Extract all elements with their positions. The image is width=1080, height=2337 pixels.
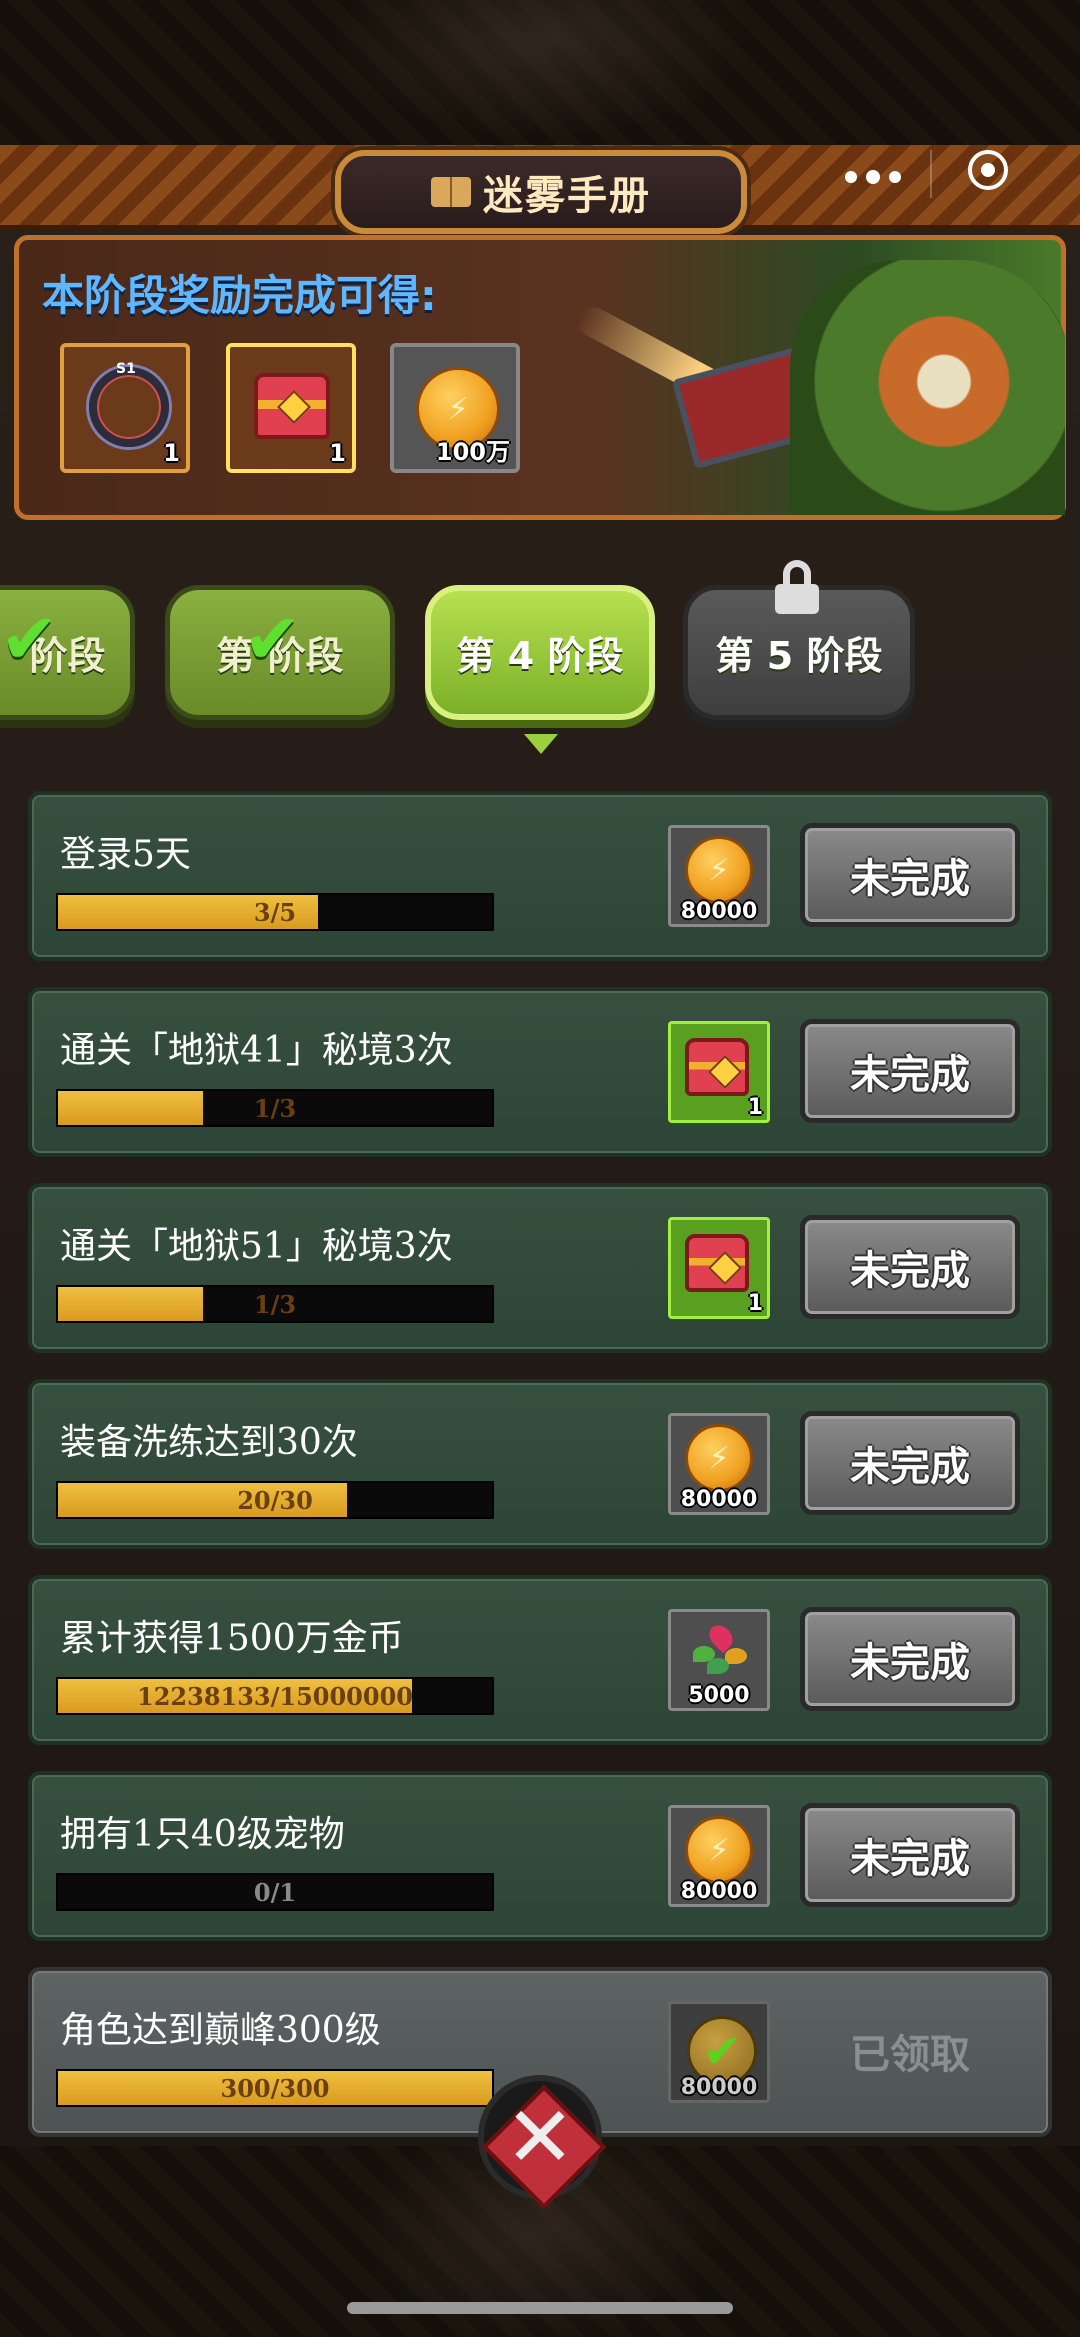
reward-quantity: 1 bbox=[747, 1291, 763, 1316]
status-button[interactable]: 未完成 bbox=[800, 1019, 1020, 1123]
reward-quantity: 1 bbox=[747, 1095, 763, 1120]
task-title: 装备洗练达到30次 bbox=[60, 1422, 358, 1463]
reward-slot[interactable]: 80000 bbox=[668, 1805, 770, 1907]
reward-item-ring[interactable]: S1 1 bbox=[60, 343, 190, 473]
capsule-divider bbox=[930, 150, 932, 198]
reward-slot[interactable]: 80000 bbox=[668, 1413, 770, 1515]
task-title: 通关「地狱41」秘境3次 bbox=[60, 1030, 453, 1071]
progress-bar: 1/3 bbox=[56, 1089, 494, 1127]
reward-item-gold[interactable]: 100万 bbox=[390, 343, 520, 473]
active-tab-pointer bbox=[524, 734, 558, 754]
reward-quantity: 80000 bbox=[680, 1487, 758, 1512]
flower-icon bbox=[693, 1620, 749, 1684]
task-title: 登录5天 bbox=[60, 834, 191, 875]
reward-quantity: 80000 bbox=[680, 1879, 758, 1904]
progress-bar: 3/5 bbox=[56, 893, 494, 931]
task-title: 拥有1只40级宠物 bbox=[60, 1814, 345, 1855]
page-title: 迷雾手册 bbox=[483, 173, 651, 219]
target-icon[interactable] bbox=[968, 150, 1008, 190]
progress-bar: 12238133/15000000 bbox=[56, 1677, 494, 1715]
status-button[interactable]: 未完成 bbox=[800, 823, 1020, 927]
status-button[interactable]: 未完成 bbox=[800, 1411, 1020, 1515]
gold-coin-icon bbox=[685, 1816, 753, 1884]
reward-quantity: 5000 bbox=[688, 1683, 750, 1708]
progress-bar: 1/3 bbox=[56, 1285, 494, 1323]
task-row: 装备洗练达到30次 20/30 80000 未完成 bbox=[28, 1379, 1052, 1549]
task-row: 登录5天 3/5 80000 未完成 bbox=[28, 791, 1052, 961]
progress-text: 12238133/15000000 bbox=[137, 1681, 413, 1711]
task-title: 累计获得1500万金币 bbox=[60, 1618, 404, 1659]
gold-coin-icon bbox=[685, 1424, 753, 1492]
home-indicator[interactable] bbox=[347, 2302, 733, 2314]
tab-stage-4[interactable]: 第 4 阶段 bbox=[425, 585, 655, 720]
ring-icon bbox=[89, 367, 169, 447]
book-icon bbox=[431, 177, 471, 207]
progress-text: 0/1 bbox=[253, 1877, 297, 1907]
hero-character bbox=[790, 260, 1065, 515]
title-plate: 迷雾手册 bbox=[335, 150, 747, 234]
chest-icon bbox=[685, 1234, 749, 1292]
reward-slot: 80000 bbox=[668, 2001, 770, 2103]
gold-coin-icon bbox=[685, 836, 753, 904]
progress-text: 20/30 bbox=[237, 1485, 313, 1515]
close-emblem-button[interactable]: ✕ bbox=[458, 2075, 622, 2215]
reward-slot[interactable]: 80000 bbox=[668, 825, 770, 927]
claimed-label: 已领取 bbox=[850, 2032, 970, 2078]
progress-text: 3/5 bbox=[253, 897, 297, 927]
reward-slot[interactable]: 5000 bbox=[668, 1609, 770, 1711]
crossed-swords-icon: ✕ bbox=[504, 2088, 576, 2186]
task-title: 角色达到巅峰300级 bbox=[60, 2010, 381, 2051]
reward-slot[interactable]: 1 bbox=[668, 1021, 770, 1123]
reward-item-chest[interactable]: 1 bbox=[226, 343, 356, 473]
task-row: 累计获得1500万金币 12238133/15000000 5000 未完成 bbox=[28, 1575, 1052, 1745]
reward-quantity: 1 bbox=[329, 439, 346, 467]
reward-title: 本阶段奖励完成可得: bbox=[42, 271, 437, 320]
reward-quantity: 80000 bbox=[680, 899, 758, 924]
task-title: 通关「地狱51」秘境3次 bbox=[60, 1226, 453, 1267]
reward-slot[interactable]: 1 bbox=[668, 1217, 770, 1319]
tab-label: 第 5 阶段 bbox=[715, 634, 883, 678]
task-row: 拥有1只40级宠物 0/1 80000 未完成 bbox=[28, 1771, 1052, 1941]
chest-icon bbox=[685, 1038, 749, 1096]
tab-label: 第 4 阶段 bbox=[456, 634, 624, 678]
status-button[interactable]: 未完成 bbox=[800, 1607, 1020, 1711]
check-icon: ✔ bbox=[0, 598, 59, 680]
status-button[interactable]: 未完成 bbox=[800, 1803, 1020, 1907]
progress-bar: 20/30 bbox=[56, 1481, 494, 1519]
task-row: 通关「地狱41」秘境3次 1/3 1 未完成 bbox=[28, 987, 1052, 1157]
progress-bar: 300/300 bbox=[56, 2069, 494, 2107]
more-icon[interactable] bbox=[845, 170, 901, 184]
ring-badge: S1 bbox=[116, 361, 136, 377]
lock-icon bbox=[775, 560, 819, 614]
progress-text: 300/300 bbox=[220, 2073, 330, 2103]
reward-quantity: 80000 bbox=[680, 2075, 758, 2100]
hero-illustration bbox=[560, 240, 1065, 515]
task-row: 通关「地狱51」秘境3次 1/3 1 未完成 bbox=[28, 1183, 1052, 1353]
reward-quantity: 1 bbox=[163, 439, 180, 467]
progress-text: 1/3 bbox=[253, 1289, 297, 1319]
progress-text: 1/3 bbox=[253, 1093, 297, 1123]
progress-bar: 0/1 bbox=[56, 1873, 494, 1911]
reward-quantity: 100万 bbox=[435, 438, 510, 466]
status-button[interactable]: 未完成 bbox=[800, 1215, 1020, 1319]
chest-icon bbox=[254, 373, 330, 439]
check-icon: ✔ bbox=[243, 598, 302, 680]
